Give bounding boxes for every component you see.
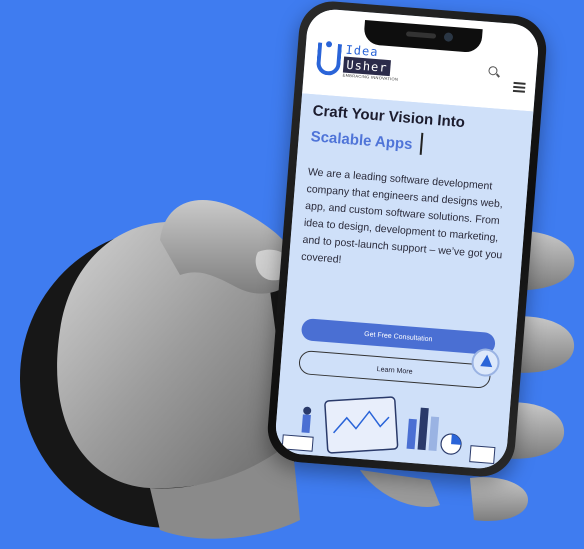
hero-section: Craft Your Vision Into Scalable Apps We … [273, 93, 534, 471]
typing-cursor [419, 132, 423, 155]
hero-headline-line1: Craft Your Vision Into [312, 102, 466, 132]
get-free-consultation-button[interactable]: Get Free Consultation [300, 318, 496, 356]
logo-mark-icon [315, 42, 343, 77]
site-logo[interactable]: Idea Usher EMBRACING INNOVATION [315, 41, 398, 84]
menu-line [513, 81, 526, 85]
menu-line [513, 85, 526, 89]
phone-screen: Idea Usher EMBRACING INNOVATION Craft Yo… [273, 7, 541, 471]
hero-description: We are a leading software development co… [300, 166, 504, 266]
chat-widget-arrow [480, 354, 494, 368]
phone: Idea Usher EMBRACING INNOVATION Craft Yo… [265, 0, 549, 480]
scene: Idea Usher EMBRACING INNOVATION Craft Yo… [0, 0, 584, 549]
search-icon[interactable] [488, 65, 501, 79]
camera-icon [443, 32, 454, 42]
hero-headline-line2: Scalable Apps [310, 128, 414, 154]
hamburger-menu-icon[interactable] [512, 81, 526, 93]
menu-line [512, 89, 525, 93]
speaker-icon [405, 31, 437, 39]
search-icon-handle [496, 73, 500, 78]
